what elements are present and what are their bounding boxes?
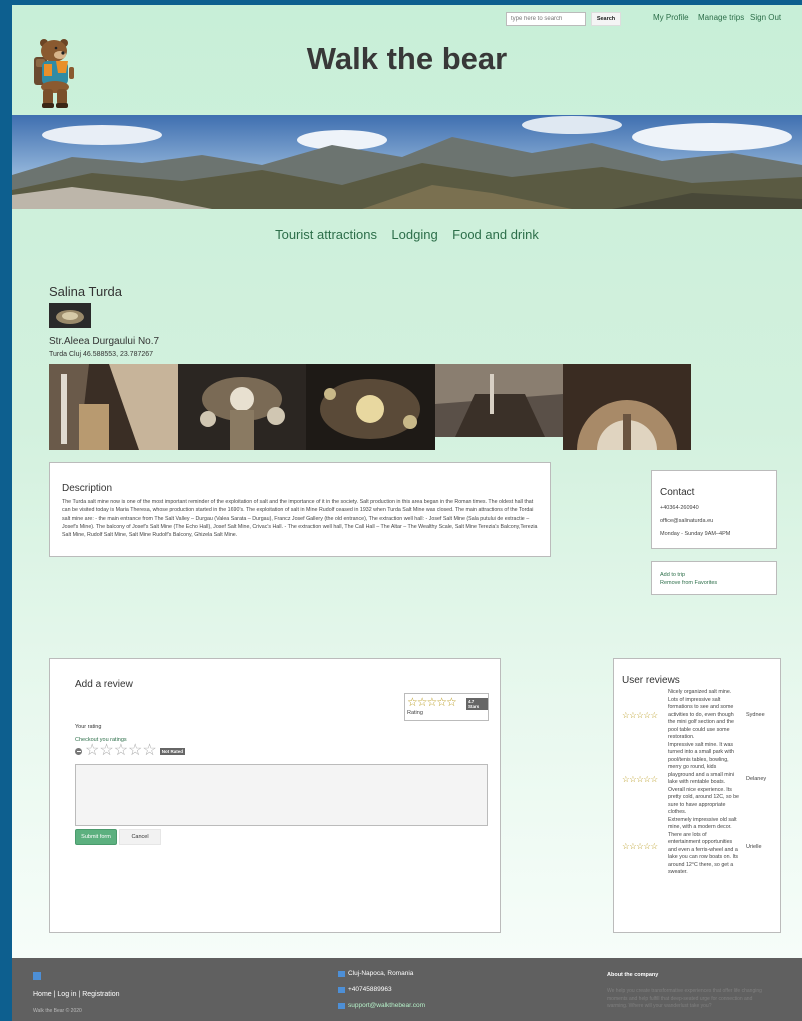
review-user: Delaney	[746, 776, 767, 782]
contact-card: Contact +40364-260940 office@salinaturda…	[651, 470, 777, 549]
footer-location-text: Cluj-Napoca, Romania	[348, 970, 414, 977]
nav-food-and-drink[interactable]: Food and drink	[452, 227, 539, 242]
mountain-banner-image	[12, 115, 802, 209]
clear-rating-icon[interactable]	[75, 747, 82, 755]
footer-location: Cluj-Napoca, Romania	[338, 970, 413, 977]
my-profile-link[interactable]: My Profile	[653, 13, 689, 22]
review-text: Impressive salt mine. It was turned into…	[668, 741, 739, 816]
star-1-icon[interactable]: ☆	[85, 743, 99, 759]
user-reviews-title: User reviews	[622, 675, 680, 686]
review-text: Nicely organized salt mine. Lots of impr…	[668, 689, 734, 740]
contact-phone: +40364-260940	[660, 505, 699, 511]
footer-links: Home | Log in | Registration	[33, 991, 120, 998]
gallery-photo[interactable]	[435, 364, 563, 437]
not-rated-badge: Not Rated	[159, 747, 185, 755]
footer-home-link[interactable]: Home	[33, 991, 52, 998]
site-title: Walk the bear	[306, 41, 508, 76]
user-review: ☆☆☆☆☆ Extremely impressive old salt mine…	[622, 817, 772, 877]
description-title: Description	[62, 483, 113, 494]
gallery-photo[interactable]	[563, 364, 691, 450]
main-nav: Tourist attractions Lodging Food and dri…	[12, 226, 802, 244]
contact-email: office@salinaturda.eu	[660, 518, 714, 524]
trip-actions-card: Add to trip Remove from Favorites	[651, 561, 777, 595]
user-review: ☆☆☆☆☆ Nicely organized salt mine. Lots o…	[622, 689, 772, 742]
sign-out-link[interactable]: Sign Out	[750, 13, 781, 22]
review-stars-icon: ☆☆☆☆☆	[622, 709, 658, 720]
about-title: About the company	[607, 972, 659, 978]
attraction-thumbnail[interactable]	[49, 303, 91, 328]
remove-from-favorites-link[interactable]: Remove from Favorites	[660, 580, 768, 588]
location-icon	[338, 970, 345, 977]
footer: Home | Log in | Registration Walk the Be…	[12, 958, 802, 1021]
review-user: Urielle	[746, 843, 762, 850]
footer-email-link[interactable]: support@walkthebear.com	[348, 1002, 425, 1009]
rating-label: Rating	[407, 710, 423, 716]
star-5-icon[interactable]: ☆	[142, 743, 156, 759]
city-coordinates: Turda Cluj 46.588553, 23.787267	[49, 351, 154, 358]
average-rating-box: ☆☆☆☆☆ 4.7 Stars Rating	[404, 693, 489, 721]
review-stars-icon: ☆☆☆☆☆	[622, 773, 658, 784]
review-textarea[interactable]	[75, 764, 488, 826]
star-3-icon[interactable]: ☆	[114, 743, 128, 759]
gallery-photo[interactable]	[178, 364, 306, 450]
review-stars-icon: ☆☆☆☆☆	[622, 841, 658, 851]
nav-tourist-attractions[interactable]: Tourist attractions	[275, 227, 377, 242]
user-reviews-card: User reviews ☆☆☆☆☆ Nicely organized salt…	[613, 658, 781, 933]
average-rating-badge: 4.7 Stars	[466, 698, 488, 710]
description-text: The Turda salt mine now is one of the mo…	[62, 499, 538, 539]
copyright: Walk the Bear © 2020	[33, 1008, 82, 1014]
gallery-photo[interactable]	[49, 364, 178, 450]
email-icon	[338, 1002, 345, 1009]
street-address: Str.Aleea Durgaului No.7	[49, 336, 160, 347]
add-to-trip-link[interactable]: Add to trip	[660, 572, 768, 580]
your-rating-label: Your rating	[75, 724, 102, 730]
top-bar: Search My Profile Manage trips Sign Out	[12, 12, 802, 28]
star-4-icon[interactable]: ☆	[128, 743, 142, 759]
footer-logo-icon	[33, 972, 41, 980]
add-review-card: Add a review ☆☆☆☆☆ 4.7 Stars Rating Your…	[49, 658, 501, 933]
footer-login-link[interactable]: Log in	[57, 991, 76, 998]
contact-title: Contact	[660, 487, 695, 498]
about-text: We help you create transformative experi…	[607, 988, 762, 1009]
phone-icon	[338, 986, 345, 993]
footer-email: support@walkthebear.com	[338, 1002, 425, 1009]
search-button[interactable]: Search	[591, 12, 621, 26]
submit-form-button[interactable]: Submit form	[75, 829, 117, 845]
page: Search My Profile Manage trips Sign Out …	[12, 5, 802, 1021]
footer-phone: +40745889963	[338, 986, 392, 993]
nav-lodging[interactable]: Lodging	[391, 227, 437, 242]
search-input[interactable]	[506, 12, 586, 26]
review-user: Sydnee	[746, 712, 765, 719]
contact-hours: Monday - Sunday 9AM–4PM	[660, 531, 731, 537]
rating-input: ☆ ☆ ☆ ☆ ☆ Not Rated	[75, 743, 185, 759]
footer-registration-link[interactable]: Registration	[82, 991, 119, 998]
user-review: ☆☆☆☆☆ Impressive salt mine. It was turne…	[622, 742, 772, 817]
gallery-photo[interactable]	[306, 364, 435, 450]
star-2-icon[interactable]: ☆	[99, 743, 113, 759]
attraction-name: Salina Turda	[49, 284, 122, 299]
add-review-title: Add a review	[75, 679, 133, 690]
footer-phone-text: +40745889963	[348, 986, 392, 993]
cancel-button[interactable]: Cancel	[119, 829, 161, 845]
review-text: Extremely impressive old salt mine, with…	[668, 816, 739, 876]
manage-trips-link[interactable]: Manage trips	[698, 13, 744, 22]
description-card: Description The Turda salt mine now is o…	[49, 462, 551, 557]
